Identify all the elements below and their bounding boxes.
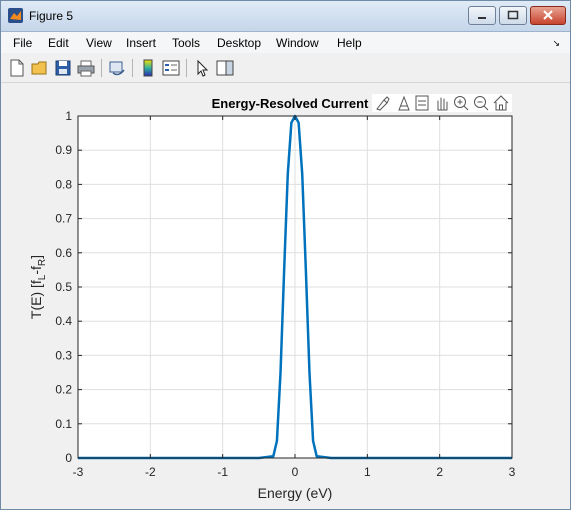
y-tick-label: 0.5	[55, 280, 72, 294]
pan-icon[interactable]	[432, 94, 450, 112]
home-icon[interactable]	[492, 94, 510, 112]
y-tick-label: 1	[65, 109, 72, 123]
datatip-panel-icon[interactable]	[413, 94, 431, 112]
x-tick-label: -3	[73, 465, 84, 479]
x-tick-label: 0	[292, 465, 299, 479]
y-tick-label: 0.7	[55, 212, 72, 226]
data-tips-icon[interactable]	[395, 94, 413, 112]
x-tick-label: 3	[509, 465, 516, 479]
x-tick-label: -2	[145, 465, 156, 479]
x-axis-label: Energy (eV)	[258, 485, 333, 501]
brush-icon[interactable]	[374, 94, 392, 112]
x-tick-label: 1	[364, 465, 371, 479]
axes-toolbar	[372, 94, 512, 112]
y-tick-label: 0	[65, 451, 72, 465]
x-tick-label: 2	[436, 465, 443, 479]
y-tick-label: 0.3	[55, 348, 72, 362]
y-tick-label: 0.9	[55, 143, 72, 157]
y-tick-label: 0.2	[55, 383, 72, 397]
y-tick-label: 0.1	[55, 417, 72, 431]
y-tick-label: 0.4	[55, 314, 72, 328]
x-tick-label: -1	[217, 465, 228, 479]
y-tick-label: 0.8	[55, 177, 72, 191]
zoom-in-icon[interactable]	[452, 94, 470, 112]
y-tick-label: 0.6	[55, 246, 72, 260]
y-axis-label: T(E) [fL-fR]	[28, 255, 48, 319]
figure-window: Figure 5 File Edit View Insert Tools Des…	[0, 0, 571, 510]
chart-title: Energy-Resolved Current	[212, 96, 369, 111]
plot-axes[interactable]: -3 -2 -1 0 1 2 300.10.20.30.40.50.60.70.80.91 …	[1, 1, 570, 509]
zoom-out-icon[interactable]	[472, 94, 490, 112]
